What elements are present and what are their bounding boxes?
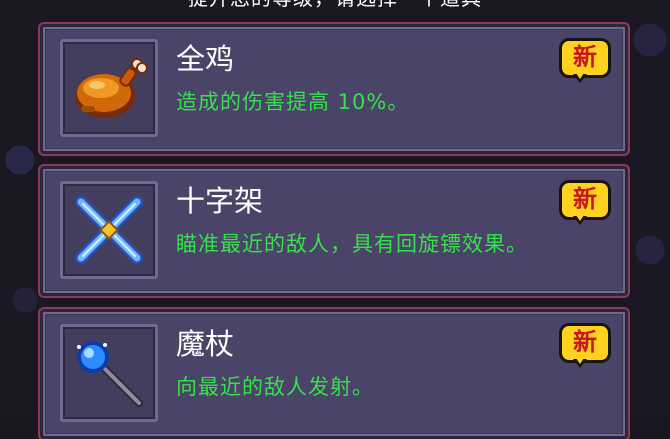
magic-wand-icon bbox=[77, 341, 143, 407]
item-card-chicken[interactable]: 全鸡 造成的伤害提高 10%。 新 bbox=[40, 24, 628, 154]
level-up-header: 提升您的等级，请选择一个道具 bbox=[0, 0, 670, 9]
item-description: 瞄准最近的敌人，具有回旋镖效果。 bbox=[176, 232, 528, 256]
cross-boomerang-icon bbox=[75, 196, 143, 264]
item-icon-frame bbox=[60, 181, 158, 279]
new-badge-label: 新 bbox=[573, 328, 597, 356]
item-icon-frame bbox=[60, 39, 158, 137]
item-title: 全鸡 bbox=[176, 42, 235, 76]
item-title: 魔杖 bbox=[176, 327, 235, 361]
new-badge-label: 新 bbox=[573, 43, 597, 71]
item-card-wand[interactable]: 魔杖 向最近的敌人发射。 新 bbox=[40, 309, 628, 439]
item-icon-frame bbox=[60, 324, 158, 422]
item-description: 造成的伤害提高 10%。 bbox=[176, 90, 410, 114]
new-badge: 新 bbox=[559, 180, 611, 226]
new-badge: 新 bbox=[559, 38, 611, 84]
roast-chicken-icon bbox=[75, 58, 148, 118]
item-title: 十字架 bbox=[176, 184, 264, 218]
new-badge-label: 新 bbox=[573, 185, 597, 213]
new-badge: 新 bbox=[559, 323, 611, 369]
item-card-cross[interactable]: 十字架 瞄准最近的敌人，具有回旋镖效果。 新 bbox=[40, 166, 628, 296]
item-description: 向最近的敌人发射。 bbox=[176, 375, 374, 399]
